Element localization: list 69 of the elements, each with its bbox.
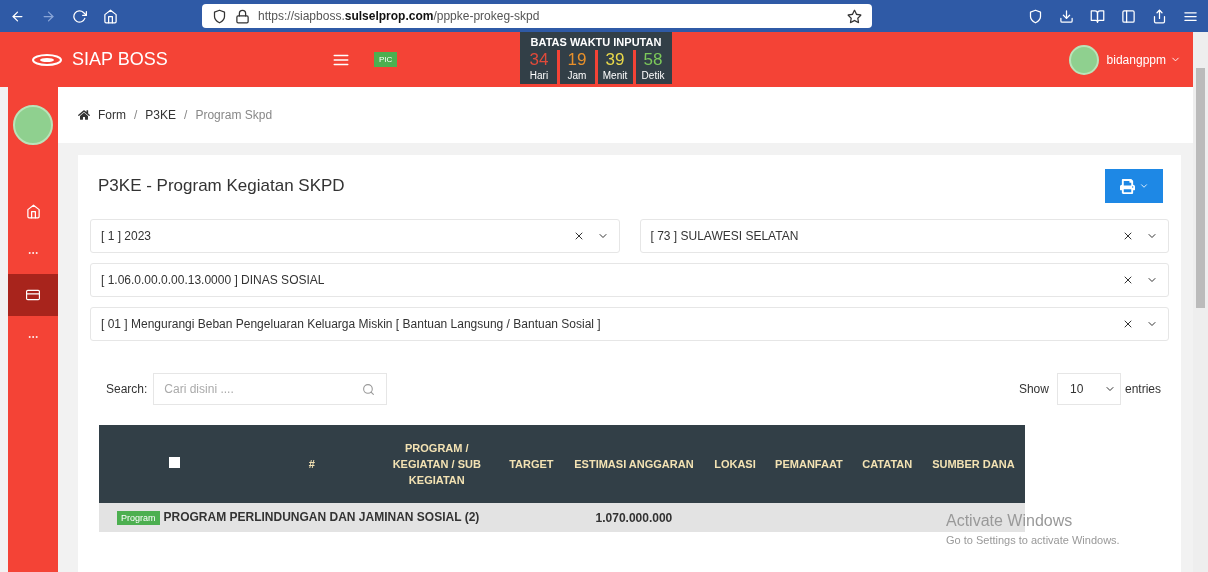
table-cell: Program PROGRAM PERLINDUNGAN DAN JAMINAN SOSIAL (2) xyxy=(99,503,500,532)
table-cell: 1.070.000.000 xyxy=(563,503,705,532)
countdown-title: BATAS WAKTU INPUTAN xyxy=(530,35,662,50)
sidebar-icon[interactable] xyxy=(1121,8,1136,24)
back-icon[interactable] xyxy=(10,8,25,24)
select-all-checkbox[interactable] xyxy=(169,457,180,468)
column-header: PROGRAM / KEGIATAN / SUB KEGIATAN xyxy=(373,425,500,503)
pic-badge: PIC xyxy=(374,52,398,67)
column-header: LOKASI xyxy=(704,425,766,503)
logo-icon xyxy=(32,53,62,66)
caret-icon xyxy=(1138,181,1149,191)
column-header: # xyxy=(250,425,374,503)
activation-subtitle: Go to Settings to activate Windows. xyxy=(946,534,1120,546)
clear-icon[interactable] xyxy=(1122,274,1134,286)
countdown-value: 58 xyxy=(643,50,663,70)
share-icon[interactable] xyxy=(1152,8,1167,24)
library-icon[interactable] xyxy=(1090,8,1105,24)
select-field[interactable]: [ 1.06.0.00.0.00.13.0000 ] DINAS SOSIAL xyxy=(90,263,1169,297)
search-label: Search: xyxy=(106,382,148,396)
print-button[interactable] xyxy=(1105,169,1163,203)
download-icon[interactable] xyxy=(1059,8,1074,24)
select-field[interactable]: [ 73 ] SULAWESI SELATAN xyxy=(639,219,1169,253)
home-icon xyxy=(78,109,90,121)
reload-icon[interactable] xyxy=(72,8,87,24)
lock-icon xyxy=(235,8,250,24)
shield-icon xyxy=(212,8,227,24)
url-text: https://siapboss.sulselprop.com/pppke-prokeg-skpd xyxy=(258,9,541,23)
forward-icon[interactable] xyxy=(41,8,56,24)
column-header: CATATAN xyxy=(852,425,922,503)
breadcrumb-separator: / xyxy=(134,108,138,122)
show-label: Show xyxy=(1018,382,1049,396)
countdown-value: 34 xyxy=(529,50,549,70)
column-header: TARGET xyxy=(499,425,564,503)
scrollbar-thumb[interactable] xyxy=(1196,68,1205,308)
printer-icon xyxy=(1119,178,1135,194)
column-header: SUMBER DANA xyxy=(921,425,1025,503)
entries-select[interactable]: 10 xyxy=(1056,373,1121,405)
select-field[interactable]: [ 01 ] Mengurangi Beban Pengeluaran Keluarga Miskin [ Bantuan Langsung / Bantuan Sosial ] xyxy=(90,307,1169,341)
activation-title: Activate Windows xyxy=(946,512,1074,530)
column-header: ESTIMASI ANGGARAN xyxy=(563,425,705,503)
address-bar[interactable]: https://siapboss.sulselprop.com/pppke-prokeg-skpd xyxy=(202,4,872,28)
countdown-label: Menit xyxy=(602,70,628,83)
breadcrumb-item[interactable]: P3KE xyxy=(145,108,177,122)
search-field[interactable]: Cari disini .... xyxy=(153,373,388,405)
card-title: P3KE - Program Kegiatan SKPD xyxy=(98,176,345,196)
clear-icon[interactable] xyxy=(1122,318,1134,330)
form-icon xyxy=(26,288,40,302)
countdown-value: 39 xyxy=(605,50,625,70)
home-icon[interactable] xyxy=(103,8,118,24)
select-field[interactable]: [ 1 ] 2023 xyxy=(90,219,620,253)
shield-icon[interactable] xyxy=(1028,8,1043,24)
countdown-label: Jam xyxy=(567,70,587,83)
sidebar-item[interactable] xyxy=(8,274,58,316)
clear-icon[interactable] xyxy=(1122,230,1134,242)
breadcrumb-item: Program Skpd xyxy=(195,108,273,122)
brand-name: SIAP BOSS xyxy=(72,49,169,70)
countdown-value: 19 xyxy=(567,50,587,70)
user-avatar[interactable] xyxy=(1068,44,1099,75)
user-name[interactable]: bidangppm xyxy=(1106,52,1166,67)
entries-label: entries xyxy=(1124,382,1161,396)
column-header: PEMANFAAT xyxy=(765,425,853,503)
breadcrumb-separator: / xyxy=(184,108,188,122)
star-icon[interactable] xyxy=(847,8,862,24)
breadcrumb-item[interactable]: Form xyxy=(98,108,126,122)
countdown-label: Hari xyxy=(529,70,549,83)
sidebar-avatar xyxy=(13,105,53,145)
search-icon xyxy=(362,383,376,396)
home-icon xyxy=(25,203,41,219)
countdown-label: Detik xyxy=(641,70,665,83)
